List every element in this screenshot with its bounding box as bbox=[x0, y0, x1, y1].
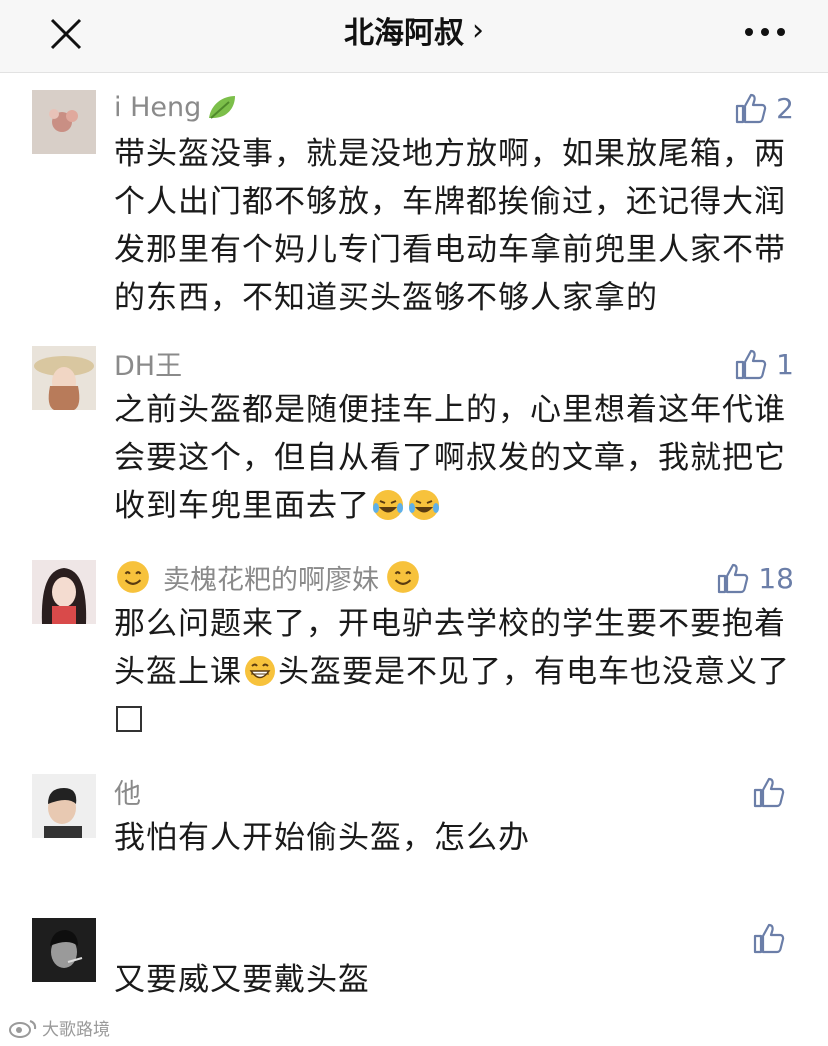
laughing-tears-emoji-icon bbox=[373, 490, 403, 520]
like-button[interactable] bbox=[752, 772, 794, 812]
like-button[interactable]: 2 bbox=[734, 88, 794, 128]
avatar[interactable] bbox=[32, 774, 96, 838]
avatar[interactable] bbox=[32, 346, 96, 410]
unknown-glyph-box-icon bbox=[116, 706, 142, 732]
thumbs-up-icon bbox=[718, 563, 749, 594]
thumbs-up-icon bbox=[736, 349, 767, 380]
like-button[interactable] bbox=[752, 918, 794, 958]
comment-author[interactable]: DH王 bbox=[114, 342, 182, 384]
like-count: 2 bbox=[776, 91, 794, 125]
like-button[interactable]: 1 bbox=[734, 344, 794, 384]
top-bar: 北海阿叔 › bbox=[0, 0, 828, 73]
page-title-text: 北海阿叔 bbox=[344, 16, 464, 51]
comment-text: 带头盔没事，就是没地方放啊，如果放尾箱，两个人出门都不够放，车牌都挨偷过，还记得… bbox=[114, 136, 786, 316]
like-button[interactable]: 18 bbox=[716, 558, 794, 598]
comment-text: 又要威又要戴头盔 bbox=[114, 962, 370, 998]
weibo-logo-icon bbox=[9, 1019, 37, 1038]
like-count: 18 bbox=[758, 561, 794, 595]
page-title[interactable]: 北海阿叔 › bbox=[0, 0, 828, 60]
comment-text: 之前头盔都是随便挂车上的，心里想着这年代谁会要这个，但自从看了啊叔发的文章，我就… bbox=[114, 386, 804, 530]
like-count: 1 bbox=[776, 347, 794, 381]
comment-author[interactable]: 他 bbox=[114, 770, 141, 812]
thumbs-up-icon bbox=[753, 923, 785, 954]
laughing-tears-emoji-icon bbox=[409, 490, 439, 520]
comment-text: 那么问题来了，开电驴去学校的学生要不要抱着头盔上课 头盔要是不见了，有电车也没意义… bbox=[114, 600, 804, 744]
thumbs-up-icon bbox=[736, 93, 767, 124]
comment-author[interactable]: 卖槐花粑的啊廖妹 bbox=[114, 556, 422, 598]
smile-emoji-icon bbox=[387, 561, 419, 593]
leaf-emoji-icon bbox=[209, 96, 236, 119]
more-icon[interactable] bbox=[740, 20, 790, 44]
comment-text-part: 头盔要是不见了，有电车也没意义了 bbox=[278, 654, 790, 690]
comment-author[interactable]: i Heng bbox=[114, 86, 239, 128]
comment-text: 我怕有人开始偷头盔，怎么办 bbox=[114, 820, 530, 856]
avatar[interactable] bbox=[32, 560, 96, 624]
grin-emoji-icon bbox=[245, 656, 275, 686]
comment-text-body: 之前头盔都是随便挂车上的，心里想着这年代谁会要这个，但自从看了啊叔发的文章，我就… bbox=[114, 392, 786, 524]
watermark-text: 大歌路境 bbox=[42, 1020, 110, 1040]
thumbs-up-icon bbox=[753, 777, 785, 808]
chevron-right-icon: › bbox=[472, 12, 484, 48]
avatar[interactable] bbox=[32, 918, 96, 982]
avatar[interactable] bbox=[32, 90, 96, 154]
watermark: 大歌路境 bbox=[8, 1015, 110, 1040]
smile-emoji-icon bbox=[117, 561, 149, 593]
